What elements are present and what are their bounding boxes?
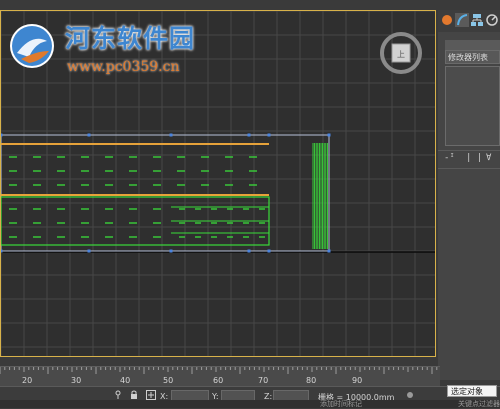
logo-mark-icon: [10, 24, 54, 68]
tick-label: 30: [71, 376, 82, 385]
make-unique-icon[interactable]: ∀: [486, 153, 491, 163]
bottom-strip: 添加时间标记 关键点过滤器: [0, 400, 500, 408]
add-time-tag[interactable]: 添加时间标记: [320, 400, 362, 408]
modifier-stack[interactable]: [445, 66, 500, 146]
vertex-marker: [1, 133, 3, 137]
tick-label: 50: [163, 376, 174, 385]
top-viewport[interactable]: 河东软件园 www.pc0359.cn 上: [0, 10, 436, 357]
timeline-ruler[interactable]: 20 30 40 50 60 70 80 90: [0, 366, 440, 387]
vertex-marker: [1, 249, 3, 253]
autokey-icon[interactable]: [405, 390, 415, 400]
watermark-logo: 河东软件园 www.pc0359.cn: [3, 13, 223, 81]
svg-text:上: 上: [397, 50, 405, 59]
max-window: 河东软件园 www.pc0359.cn 上 修改器列表 -ᴵ | | ∀ 20 …: [0, 0, 500, 409]
command-panel-tabs: [438, 10, 500, 32]
hierarchy-icon[interactable]: [470, 12, 484, 28]
absolute-mode-icon[interactable]: [146, 390, 156, 400]
vertex-marker: [327, 249, 331, 253]
tick-label: 60: [213, 376, 224, 385]
selection-set-dropdown[interactable]: 选定对象: [447, 385, 497, 397]
motion-icon[interactable]: [485, 12, 499, 28]
tick-label: 90: [352, 376, 363, 385]
key-filters[interactable]: 关键点过滤器: [458, 400, 500, 408]
vertex-marker: [87, 249, 91, 253]
logo-text: 河东软件园: [65, 24, 196, 53]
modify-arc-icon[interactable]: [455, 12, 469, 28]
logo-url: www.pc0359.cn: [67, 59, 180, 75]
tick-label: 40: [120, 376, 131, 385]
vertex-marker: [267, 133, 271, 137]
vertex-marker: [87, 133, 91, 137]
vertex-marker: [267, 249, 271, 253]
command-panel: 修改器列表 -ᴵ | | ∀: [438, 10, 500, 380]
tick-label: 70: [258, 376, 269, 385]
vertex-marker: [169, 249, 173, 253]
create-sphere-icon[interactable]: [440, 12, 454, 28]
tick-label: 20: [22, 376, 33, 385]
lock-icon[interactable]: [129, 390, 139, 400]
selection-bounds: [1, 134, 330, 252]
modifier-list-dropdown[interactable]: 修改器列表: [445, 50, 500, 64]
command-panel-body: [438, 168, 500, 379]
vertex-marker: [247, 133, 251, 137]
show-end-result-icon[interactable]: | |: [466, 153, 482, 163]
vertex-marker: [327, 133, 331, 137]
vertex-marker: [169, 133, 173, 137]
viewcube-icon[interactable]: 上: [379, 31, 423, 75]
key-icon[interactable]: [113, 390, 123, 400]
pin-stack-icon[interactable]: -ᴵ: [444, 153, 455, 163]
vertex-marker: [247, 249, 251, 253]
tick-label: 80: [306, 376, 317, 385]
stack-toolbar: -ᴵ | | ∀: [438, 150, 500, 167]
